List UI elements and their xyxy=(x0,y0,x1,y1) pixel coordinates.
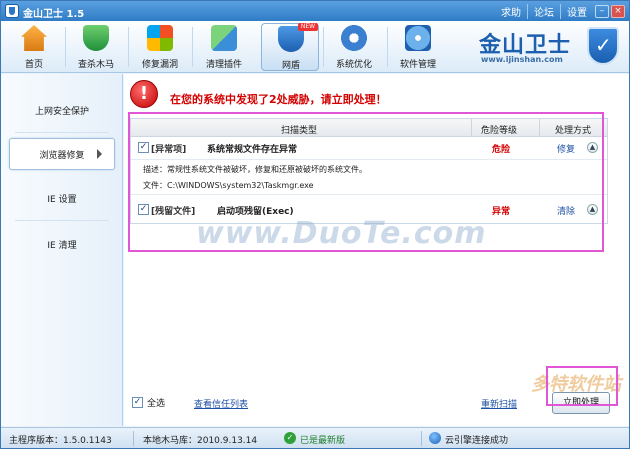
tab-home-label: 首页 xyxy=(24,60,43,70)
app-shield-icon xyxy=(5,4,19,18)
tab-net-shield[interactable]: NEW 网盾 xyxy=(261,23,319,71)
watermark-text: www.DuoTe.com xyxy=(196,216,487,251)
close-icon[interactable]: × xyxy=(611,5,625,18)
cloud-engine-status: 云引擎连接成功 xyxy=(445,436,509,446)
brand-logo: 金山卫士 www.ijinshan.com xyxy=(479,25,619,69)
toolbar-divider xyxy=(192,27,193,67)
check-icon: ✓ xyxy=(284,432,296,444)
program-version: 主程序版本：1.5.0.1143 xyxy=(9,436,112,446)
status-divider xyxy=(421,431,422,446)
window-title: 金山卫士 1.5 xyxy=(23,9,85,20)
tab-system-optimize-label: 系统优化 xyxy=(335,60,372,70)
forum-link[interactable]: 论坛 xyxy=(528,4,561,19)
home-icon xyxy=(21,25,47,51)
tab-software-manage-label: 软件管理 xyxy=(399,60,436,70)
threat-alert-text: 在您的系统中发现了2处威胁，请立即处理！ xyxy=(170,93,387,106)
broom-icon xyxy=(211,25,237,51)
toolbar-divider xyxy=(65,27,66,67)
software-disc-icon xyxy=(405,25,431,51)
trust-list-link[interactable]: 查看信任列表 xyxy=(194,397,248,410)
alert-icon: ! xyxy=(130,80,158,108)
chevron-right-icon xyxy=(97,149,102,159)
trojan-db-version: 本地木马库：2010.9.13.14 xyxy=(143,436,258,446)
tab-system-optimize[interactable]: 系统优化 xyxy=(325,23,383,71)
main-toolbar: 首页 查杀木马 修复漏洞 清理插件 NEW 网盾 系统优化 软件管理 金山卫士 … xyxy=(1,21,629,73)
main-panel: ! 在您的系统中发现了2处威胁，请立即处理！ 扫描类型 危险等级 处理方式 ✓ … xyxy=(124,74,629,426)
sidebar: 上网安全保护 浏览器修复 IE 设置 IE 清理 xyxy=(1,74,123,426)
tab-patch-label: 修复漏洞 xyxy=(141,60,178,70)
sidebar-divider xyxy=(15,220,109,221)
title-bar: 金山卫士 1.5 求助 论坛 设置 – × xyxy=(1,1,629,21)
sidebar-item-ie-settings[interactable]: IE 设置 xyxy=(9,182,115,214)
settings-link[interactable]: 设置 xyxy=(561,4,593,19)
gear-icon xyxy=(341,25,367,51)
windows-patch-icon xyxy=(147,25,173,51)
highlight-box xyxy=(546,366,618,406)
sidebar-item-ie-clean[interactable]: IE 清理 xyxy=(9,228,115,260)
toolbar-divider xyxy=(323,27,324,67)
select-all[interactable]: ✓ 全选 xyxy=(132,396,165,409)
sidebar-divider xyxy=(15,132,109,133)
latest-version-status: 已是最新版 xyxy=(300,436,346,446)
status-bar: 主程序版本：1.5.0.1143 本地木马库：2010.9.13.14 ✓ 已是… xyxy=(1,427,629,448)
rescan-link[interactable]: 重新扫描 xyxy=(481,397,517,410)
sidebar-item-label: 浏览器修复 xyxy=(39,150,85,161)
tab-software-manage[interactable]: 软件管理 xyxy=(389,23,447,71)
app-window: 金山卫士 1.5 求助 论坛 设置 – × 首页 查杀木马 修复漏洞 清理插件 xyxy=(0,0,630,449)
toolbar-divider xyxy=(387,27,388,67)
tab-trojan-scan[interactable]: 查杀木马 xyxy=(67,23,125,71)
tab-patch[interactable]: 修复漏洞 xyxy=(131,23,189,71)
select-all-label: 全选 xyxy=(147,399,166,409)
sidebar-item-label: IE 设置 xyxy=(47,194,77,205)
status-divider xyxy=(133,431,134,446)
title-links: 求助 论坛 设置 – × xyxy=(495,4,625,19)
logo-url: www.ijinshan.com xyxy=(481,55,563,64)
cloud-engine-icon xyxy=(429,432,441,444)
tab-net-shield-label: 网盾 xyxy=(281,61,300,71)
sidebar-item-label: IE 清理 xyxy=(47,240,77,251)
trojan-shield-icon xyxy=(83,25,109,51)
sidebar-item-browser-repair[interactable]: 浏览器修复 xyxy=(9,138,115,170)
minimize-icon[interactable]: – xyxy=(595,5,609,18)
sidebar-item-web-protection[interactable]: 上网安全保护 xyxy=(9,94,115,126)
tab-trojan-scan-label: 查杀木马 xyxy=(77,60,114,70)
toolbar-divider xyxy=(128,27,129,67)
tab-plugin-clean[interactable]: 清理插件 xyxy=(195,23,253,71)
tab-plugin-clean-label: 清理插件 xyxy=(205,60,242,70)
select-all-checkbox[interactable]: ✓ xyxy=(132,397,143,408)
logo-shield-icon xyxy=(587,27,619,65)
help-link[interactable]: 求助 xyxy=(495,4,528,19)
tab-home[interactable]: 首页 xyxy=(5,23,63,71)
new-badge: NEW xyxy=(298,23,318,31)
sidebar-item-label: 上网安全保护 xyxy=(34,106,89,117)
